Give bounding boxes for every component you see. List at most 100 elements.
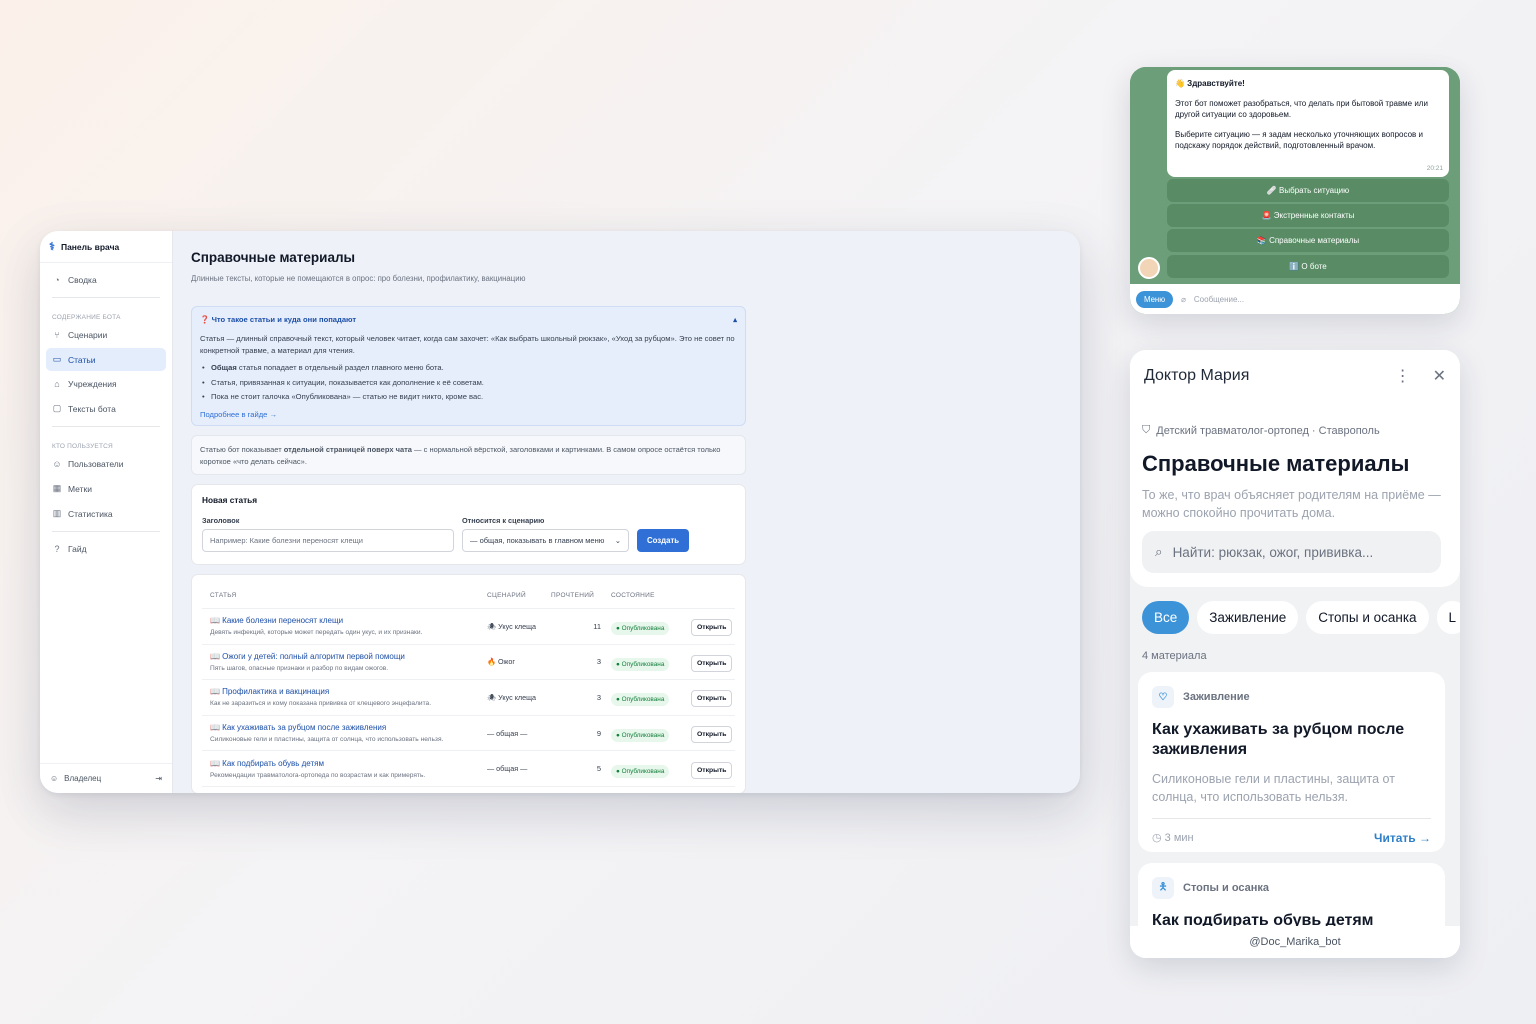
status-cell: ● Опубликована — [611, 653, 691, 671]
article-desc: Пять шагов, опасные признаки и разбор по… — [210, 664, 389, 672]
sidebar-item-articles[interactable]: ▭ Статьи — [46, 348, 166, 371]
gauge-icon: ◔ — [54, 275, 60, 285]
scenario-label: Относится к сценарию — [462, 516, 545, 525]
specialty-text: Детский травматолог-ортопед · Ставрополь — [1156, 424, 1380, 437]
sidebar-item-label: Сводка — [68, 275, 97, 285]
brand-label: Панель врача — [60, 241, 120, 252]
chevron-up-icon[interactable]: ▴ — [733, 315, 737, 324]
more-vertical-icon[interactable]: ⋮ — [1395, 366, 1411, 386]
article-title-link[interactable]: 📖 Как подбирать обувь детям — [210, 759, 487, 768]
category-label: Заживление — [1183, 691, 1250, 703]
divider — [52, 297, 160, 298]
sidebar-item-bot-texts[interactable]: ▢ Тексты бота — [46, 397, 166, 420]
bot-avatar — [1138, 257, 1160, 279]
message-icon: ▢ — [52, 403, 62, 413]
user-info: ☺ Владелец — [50, 774, 101, 783]
table-row: 📖 Ожоги у детей: полный алгоритм первой … — [202, 645, 735, 681]
chip-all[interactable]: Все — [1142, 601, 1190, 634]
open-button[interactable]: Открыть — [691, 690, 733, 708]
scenario-cell: 🔥 Ожог — [487, 657, 515, 667]
section-label-users: Кто пользуется — [52, 443, 113, 450]
inline-button-emergency[interactable]: 🚨 Экстренные контакты — [1167, 204, 1449, 227]
status-cell: ● Опубликована — [611, 724, 691, 743]
info-box: ❓ Что такое статьи и куда они попадают ▴… — [191, 306, 746, 426]
grid-icon: ▦ — [52, 483, 62, 493]
chevron-down-icon: ⌄ — [614, 536, 621, 545]
article-title-link[interactable]: 📖 Профилактика и вакцинация — [210, 687, 487, 696]
search-placeholder: Найти: рюкзак, ожог, прививка... — [1172, 544, 1374, 560]
open-button[interactable]: Открыть — [691, 619, 733, 637]
chip-healing[interactable]: Заживление — [1197, 601, 1299, 634]
bot-message: 👋 Здравствуйте! Этот бот поможет разобра… — [1167, 70, 1449, 177]
search-input[interactable]: ⌕ Найти: рюкзак, ожог, прививка... — [1142, 531, 1441, 573]
article-cell: 📖 Какие болезни переносят клещи Девять ин… — [210, 616, 487, 636]
article-cell: 📖 Ожоги у детей: полный алгоритм первой … — [210, 652, 487, 672]
open-button[interactable]: Открыть — [691, 654, 733, 672]
sidebar-item-guide[interactable]: ? Гайд — [46, 538, 166, 560]
col-header: Состояние — [611, 592, 655, 599]
inline-button-materials[interactable]: 📚 Справочные материалы — [1167, 229, 1449, 252]
article-title-link[interactable]: 📖 Ожоги у детей: полный алгоритм первой … — [210, 652, 487, 661]
sidebar-item-label: Пользователи — [68, 459, 124, 469]
action-cell: Открыть — [691, 723, 737, 744]
info-header[interactable]: ❓ Что такое статьи и куда они попадают ▴ — [200, 315, 737, 324]
col-header: Прочтений — [551, 592, 595, 599]
info-heading: ❓ Что такое статьи и куда они попадают — [200, 315, 357, 324]
article-card[interactable]: ♡ Заживление Как ухаживать за рубцом пос… — [1138, 672, 1445, 852]
info-text: Статья — длинный справочный текст, котор… — [200, 334, 735, 355]
card-category: ♡ Заживление — [1152, 686, 1431, 708]
message-paragraph: Этот бот поможет разобраться, что делать… — [1175, 98, 1428, 120]
read-time: ◷ 3 мин — [1152, 831, 1194, 845]
article-title-link[interactable]: 📖 Как ухаживать за рубцом после заживлен… — [210, 723, 487, 732]
inline-button-choose[interactable]: 🩹 Выбрать ситуацию — [1167, 179, 1449, 202]
chip-more[interactable]: L — [1436, 601, 1460, 634]
new-article-form: Новая статья Заголовок Например: Какие б… — [191, 484, 746, 565]
guide-link[interactable]: Подробнее в гайде → — [200, 410, 737, 419]
sidebar-item-scenarios[interactable]: ⑂ Сценарии — [46, 324, 166, 346]
menu-button[interactable]: Меню — [1136, 290, 1174, 308]
note-bold: отдельной страницей поверх чата — [283, 445, 412, 454]
sidebar-item-tags[interactable]: ▦ Метки — [46, 477, 166, 500]
sidebar-item-users[interactable]: ☺ Пользователи — [46, 453, 166, 475]
user-role: Владелец — [64, 774, 102, 783]
open-button[interactable]: Открыть — [691, 726, 733, 744]
bar-chart-icon: ▥ — [52, 508, 62, 518]
paperclip-icon[interactable]: ⌀ — [1181, 295, 1186, 304]
article-title-link[interactable]: 📖 Какие болезни переносят клещи — [210, 616, 487, 625]
col-header: Сценарий — [487, 592, 526, 599]
scenario-select[interactable]: — общая, показывать в главном меню ⌄ — [462, 529, 629, 552]
page-title: Справочные материалы — [1142, 451, 1410, 476]
heart-shield-icon: ♡ — [1152, 686, 1174, 708]
sidebar-item-institutions[interactable]: ⌂ Учреждения — [46, 373, 166, 395]
scenario-cell: — общая — — [487, 764, 528, 774]
action-cell: Открыть — [691, 759, 737, 779]
col-header: Статья — [210, 592, 237, 599]
title-input[interactable]: Например: Какие болезни переносят клещи — [202, 529, 454, 552]
open-button[interactable]: Открыть — [691, 761, 733, 779]
message-paragraph: Выберите ситуацию — я задам несколько ут… — [1175, 129, 1423, 151]
divider — [52, 531, 160, 532]
user-icon: ☺ — [50, 774, 59, 783]
article-cell: 📖 Как ухаживать за рубцом после заживлен… — [210, 723, 487, 743]
chip-feet-posture[interactable]: Стопы и осанка — [1306, 601, 1429, 634]
stethoscope-icon: ⚕ — [49, 241, 55, 253]
admin-panel-window: ⚕ Панель врача ◔ Сводка Содержание бота … — [40, 231, 1080, 793]
flow-icon: ⑂ — [54, 330, 60, 340]
sidebar-item-label: Учреждения — [68, 379, 117, 389]
logout-icon[interactable]: ⇥ — [155, 774, 162, 783]
sidebar-item-stats[interactable]: ▥ Статистика — [46, 502, 166, 525]
building-icon: ⌂ — [54, 379, 60, 389]
bullet-text: статья попадает в отдельный раздел главн… — [236, 363, 444, 372]
brand[interactable]: ⚕ Панель врача — [40, 231, 172, 263]
read-link[interactable]: Читать → — [1374, 831, 1431, 845]
inline-button-about[interactable]: ℹ️ О боте — [1167, 255, 1449, 278]
close-icon[interactable]: ✕ — [1433, 366, 1446, 386]
status-badge: ● Опубликована — [611, 622, 670, 636]
article-cell: 📖 Как подбирать обувь детям Рекомендации … — [210, 759, 487, 779]
status-badge: ● Опубликована — [611, 657, 670, 671]
message-input[interactable]: Сообщение... — [1194, 295, 1244, 304]
sidebar-item-summary[interactable]: ◔ Сводка — [46, 269, 166, 291]
create-button[interactable]: Создать — [637, 529, 690, 552]
category-label: Стопы и осанка — [1183, 882, 1270, 894]
card-desc: Силиконовые гели и пластины, защита от с… — [1152, 772, 1395, 804]
